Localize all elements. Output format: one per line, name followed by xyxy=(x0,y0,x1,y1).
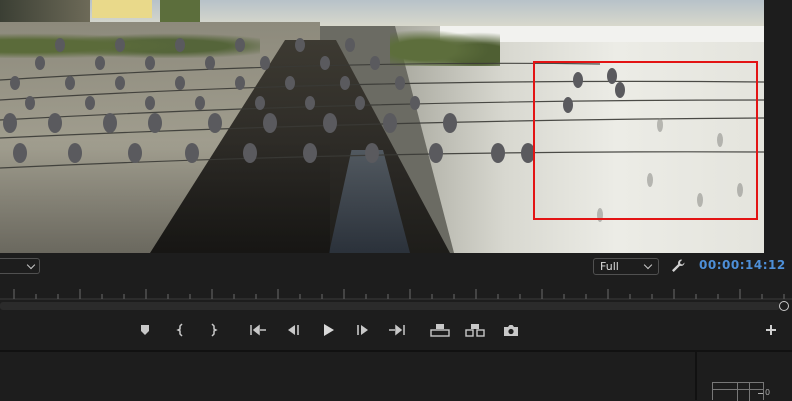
video-pigeon xyxy=(13,143,27,163)
zoom-level-dropdown[interactable] xyxy=(0,258,40,274)
video-pigeon xyxy=(365,143,379,163)
video-pigeon xyxy=(235,76,245,90)
video-pigeon xyxy=(68,143,82,163)
video-pigeon xyxy=(55,38,65,52)
audio-meter xyxy=(712,382,764,401)
video-pigeon xyxy=(345,38,355,52)
step-forward-icon[interactable] xyxy=(352,320,374,340)
video-pigeon xyxy=(205,56,215,70)
video-pigeon xyxy=(340,76,350,90)
audio-meter-scale-label: 0 xyxy=(765,388,771,397)
monitor-gutter xyxy=(764,0,792,253)
video-pigeon xyxy=(128,143,142,163)
audio-meter-grid xyxy=(713,389,763,390)
video-pigeon xyxy=(295,38,305,52)
video-pigeon xyxy=(383,113,397,133)
video-pigeon xyxy=(303,143,317,163)
play-icon[interactable] xyxy=(317,320,339,340)
video-pigeon xyxy=(243,143,257,163)
program-monitor-video[interactable] xyxy=(0,0,764,253)
zoom-scroll-bar-track[interactable] xyxy=(0,302,780,310)
video-pigeon xyxy=(175,38,185,52)
playback-resolution-value: Full xyxy=(600,260,619,273)
extract-icon[interactable] xyxy=(464,320,486,340)
video-pigeon xyxy=(208,113,222,133)
crop-overlay-rectangle xyxy=(533,61,758,220)
video-pigeon xyxy=(115,76,125,90)
panel-divider[interactable] xyxy=(695,352,697,400)
video-pigeon xyxy=(85,96,95,110)
video-pigeon xyxy=(185,143,199,163)
video-pigeon xyxy=(263,113,277,133)
video-pigeon xyxy=(103,113,117,133)
audio-meter-grid xyxy=(737,383,738,401)
timeline-panel xyxy=(0,352,792,400)
video-pigeon xyxy=(95,56,105,70)
plus-icon[interactable] xyxy=(760,320,782,340)
video-pigeon xyxy=(491,143,505,163)
monitor-control-bar: Full 00:00:14:12 xyxy=(0,253,792,280)
video-pigeon xyxy=(305,96,315,110)
zoom-scroll-bar[interactable] xyxy=(0,300,792,312)
camera-icon[interactable] xyxy=(500,320,522,340)
transport-controls xyxy=(0,312,792,352)
time-ruler[interactable] xyxy=(0,280,792,300)
playhead-timecode[interactable]: 00:00:14:12 xyxy=(699,258,786,272)
video-pigeon xyxy=(10,76,20,90)
marker-icon[interactable] xyxy=(134,320,156,340)
mark-out-icon[interactable] xyxy=(202,320,224,340)
video-pigeon xyxy=(65,76,75,90)
audio-meter-tick xyxy=(758,393,763,394)
video-pigeon xyxy=(260,56,270,70)
playback-resolution-dropdown[interactable]: Full xyxy=(593,258,659,275)
video-pigeon xyxy=(320,56,330,70)
go-to-out-icon[interactable] xyxy=(386,320,408,340)
video-pigeon xyxy=(410,96,420,110)
video-pigeon xyxy=(115,38,125,52)
step-back-icon[interactable] xyxy=(282,320,304,340)
video-pigeon xyxy=(255,96,265,110)
video-pigeon xyxy=(35,56,45,70)
chevron-down-icon xyxy=(643,260,653,270)
video-pigeon xyxy=(429,143,443,163)
video-pigeon xyxy=(285,76,295,90)
video-pigeon xyxy=(370,56,380,70)
video-pigeon xyxy=(145,56,155,70)
video-pigeon xyxy=(145,96,155,110)
video-pigeon xyxy=(195,96,205,110)
audio-meter-grid xyxy=(749,383,750,401)
video-pigeon xyxy=(25,96,35,110)
video-pigeon xyxy=(323,113,337,133)
video-pigeon xyxy=(175,76,185,90)
wrench-icon[interactable] xyxy=(669,257,687,275)
video-pigeon xyxy=(443,113,457,133)
lift-icon[interactable] xyxy=(429,320,451,340)
video-pigeon xyxy=(395,76,405,90)
video-pigeon xyxy=(235,38,245,52)
video-pigeon xyxy=(148,113,162,133)
video-pigeon xyxy=(3,113,17,133)
video-pigeon xyxy=(355,96,365,110)
zoom-scroll-handle[interactable] xyxy=(779,301,789,311)
video-pigeon xyxy=(48,113,62,133)
go-to-in-icon[interactable] xyxy=(247,320,269,340)
chevron-down-icon xyxy=(26,260,36,270)
mark-in-icon[interactable] xyxy=(170,320,192,340)
